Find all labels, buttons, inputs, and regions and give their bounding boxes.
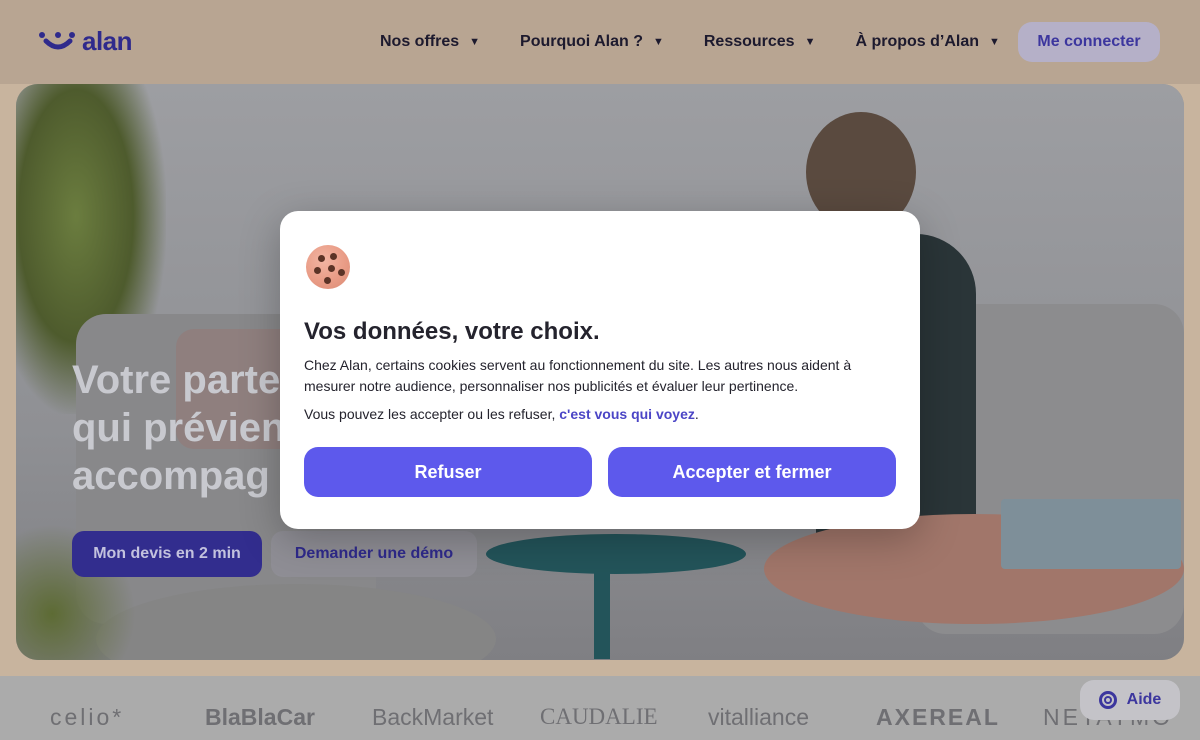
quote-button[interactable]: Mon devis en 2 min — [72, 531, 262, 577]
cookie-chip — [328, 265, 335, 272]
brand-logo-axereal: AXEREAL — [876, 704, 1000, 730]
help-label: Aide — [1126, 691, 1162, 708]
nav-item-label: Nos offres — [380, 33, 460, 50]
cookie-settings-link[interactable]: c'est vous qui voyez — [559, 406, 695, 422]
nav-item-label: Pourquoi Alan ? — [520, 33, 643, 50]
brand-logo-blablacar: BlaBlaCar — [205, 704, 315, 730]
cookie-chip — [324, 277, 331, 284]
site-header: alan Nos offres ▼ Pourquoi Alan ? ▼ Ress… — [0, 0, 1200, 84]
nav-item-ressources[interactable]: Ressources ▼ — [704, 33, 816, 51]
refuse-cookies-button[interactable]: Refuser — [304, 447, 592, 497]
cookie-chip — [338, 269, 345, 276]
cookie-chip — [318, 255, 325, 262]
logo-text: alan — [82, 25, 133, 56]
login-button[interactable]: Me connecter — [1018, 22, 1160, 62]
accept-cookies-button[interactable]: Accepter et fermer — [608, 447, 896, 497]
brand-logo-celio: celio* — [50, 704, 125, 730]
nav-item-label: À propos d’Alan — [855, 33, 980, 50]
cookie-icon — [306, 245, 350, 289]
dialog-title: Vos données, votre choix. — [304, 318, 600, 345]
choice-text-prefix: Vous pouvez les accepter ou les refuser, — [304, 406, 560, 422]
demo-button[interactable]: Demander une démo — [271, 531, 477, 577]
books-image — [1001, 499, 1181, 569]
cookie-chip — [330, 253, 337, 260]
client-logos: celio* BlaBlaCar BackMarket CAUDALIE vit… — [0, 676, 1200, 740]
cookie-consent-dialog: Vos données, votre choix. Chez Alan, cer… — [280, 211, 920, 529]
cookie-chip — [314, 267, 321, 274]
dialog-description: Chez Alan, certains cookies servent au f… — [304, 357, 852, 394]
choice-text-suffix: . — [694, 406, 699, 422]
chevron-down-icon: ▼ — [989, 36, 1000, 48]
alan-logo-icon — [38, 29, 78, 53]
help-button[interactable]: Aide — [1080, 680, 1180, 720]
stool-leg-image — [594, 559, 610, 659]
nav-item-offres[interactable]: Nos offres ▼ — [380, 33, 480, 51]
stool-image — [486, 534, 746, 574]
main-nav: Nos offres ▼ Pourquoi Alan ? ▼ Ressource… — [380, 22, 1000, 62]
chevron-down-icon: ▼ — [652, 36, 664, 48]
dialog-choice-text: Vous pouvez les accepter ou les refuser,… — [304, 404, 904, 425]
lifebuoy-icon — [1098, 691, 1117, 709]
chevron-down-icon: ▼ — [469, 36, 481, 48]
brand-logo-caudalie: CAUDALIE — [540, 704, 658, 729]
nav-item-label: Ressources — [703, 33, 795, 50]
nav-item-a-propos[interactable]: À propos d’Alan ▼ — [855, 33, 999, 51]
brand-logo-backmarket: BackMarket — [372, 704, 494, 730]
nav-item-pourquoi[interactable]: Pourquoi Alan ? ▼ — [520, 33, 664, 51]
chevron-down-icon: ▼ — [804, 36, 816, 48]
brand-logo-vitalliance: vitalliance — [708, 704, 809, 730]
alan-logo[interactable]: alan — [38, 25, 133, 56]
